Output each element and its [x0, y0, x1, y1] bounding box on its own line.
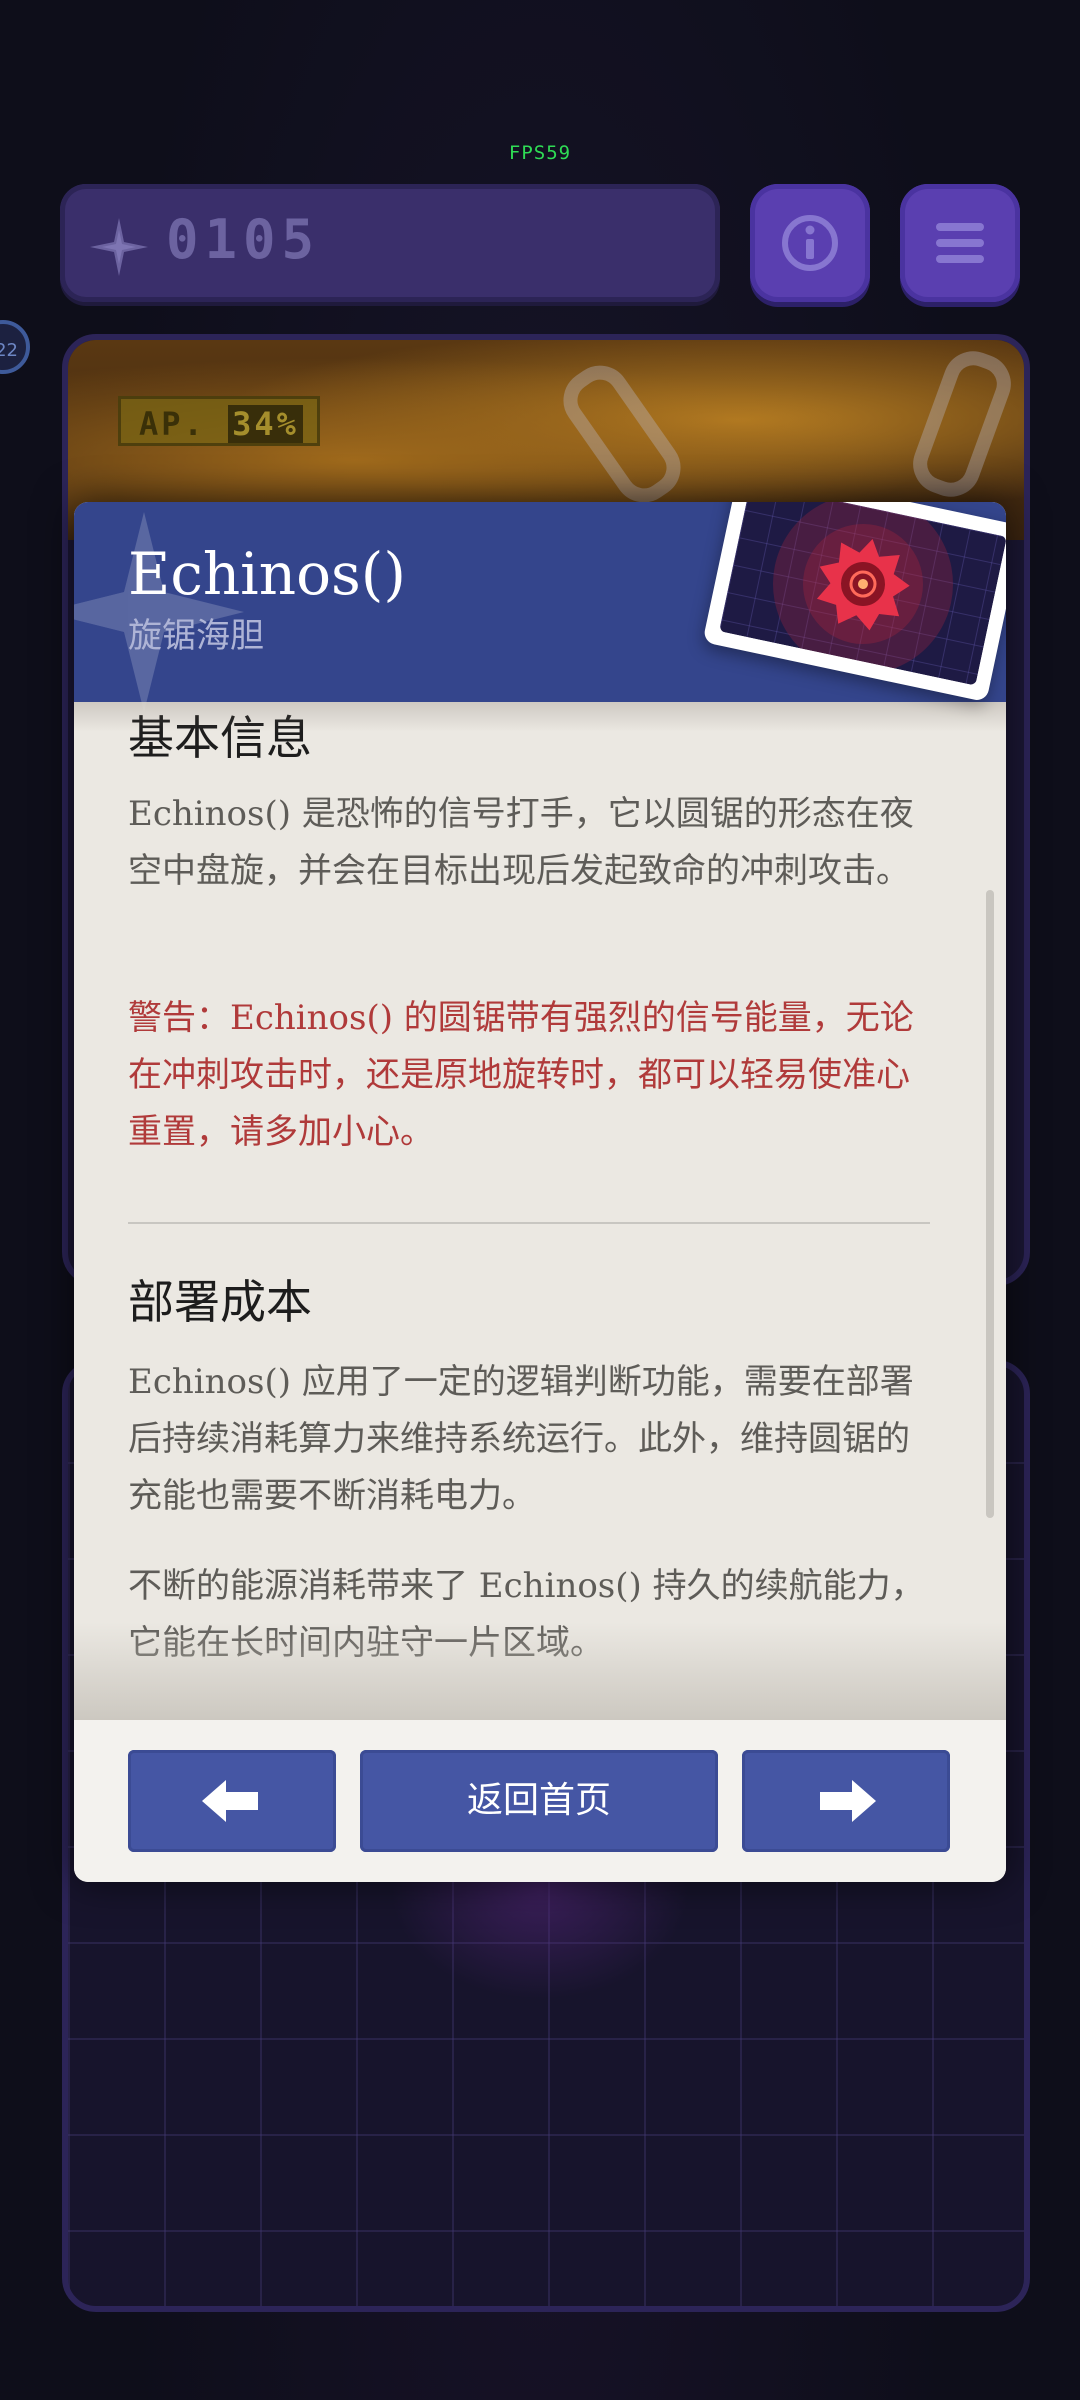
next-button[interactable]	[742, 1750, 950, 1852]
enemy-info-modal: Echinos() 旋锯海胆 基本信息 Echinos() 是恐怖的信号打手，它…	[74, 502, 1006, 1882]
scroll-fade-top	[74, 702, 1006, 732]
scroll-fade-bottom	[74, 1622, 1006, 1722]
prev-button[interactable]	[128, 1750, 336, 1852]
arrow-right-icon	[820, 1780, 876, 1822]
modal-title: Echinos()	[128, 540, 407, 608]
ap-meter: AP. 34%	[118, 396, 320, 446]
scrollbar[interactable]	[986, 890, 994, 1518]
modal-subtitle: 旋锯海胆	[128, 616, 264, 656]
ap-label: AP.	[139, 405, 206, 443]
modal-footer: 返回首页	[74, 1720, 1006, 1882]
section-divider	[128, 1222, 930, 1224]
home-button[interactable]: 返回首页	[360, 1750, 718, 1852]
section-heading-deploy-cost: 部署成本	[128, 1275, 312, 1329]
compass-star-icon	[90, 218, 148, 276]
warning-text: 警告：Echinos() 的圆锯带有强烈的信号能量，无论在冲刺攻击时，还是原地旋…	[128, 998, 914, 1152]
ap-value: 34%	[228, 405, 303, 443]
fps-counter: FPS59	[508, 142, 572, 164]
menu-button[interactable]	[900, 184, 1020, 302]
modal-scroll-content[interactable]: 基本信息 Echinos() 是恐怖的信号打手，它以圆锯的形态在夜空中盘旋，并会…	[74, 702, 1006, 1720]
arrow-left-icon	[202, 1780, 258, 1822]
score-panel	[60, 184, 720, 302]
info-button[interactable]	[750, 184, 870, 302]
basic-info-text: Echinos() 是恐怖的信号打手，它以圆锯的形态在夜空中盘旋，并会在目标出现…	[128, 794, 914, 891]
info-icon	[782, 215, 838, 271]
deploy-cost-text: Echinos() 应用了一定的逻辑判断功能，需要在部署后持续消耗算力来维持系统…	[128, 1362, 914, 1516]
hamburger-menu-icon	[936, 223, 984, 263]
score-value: 0105	[166, 208, 321, 271]
